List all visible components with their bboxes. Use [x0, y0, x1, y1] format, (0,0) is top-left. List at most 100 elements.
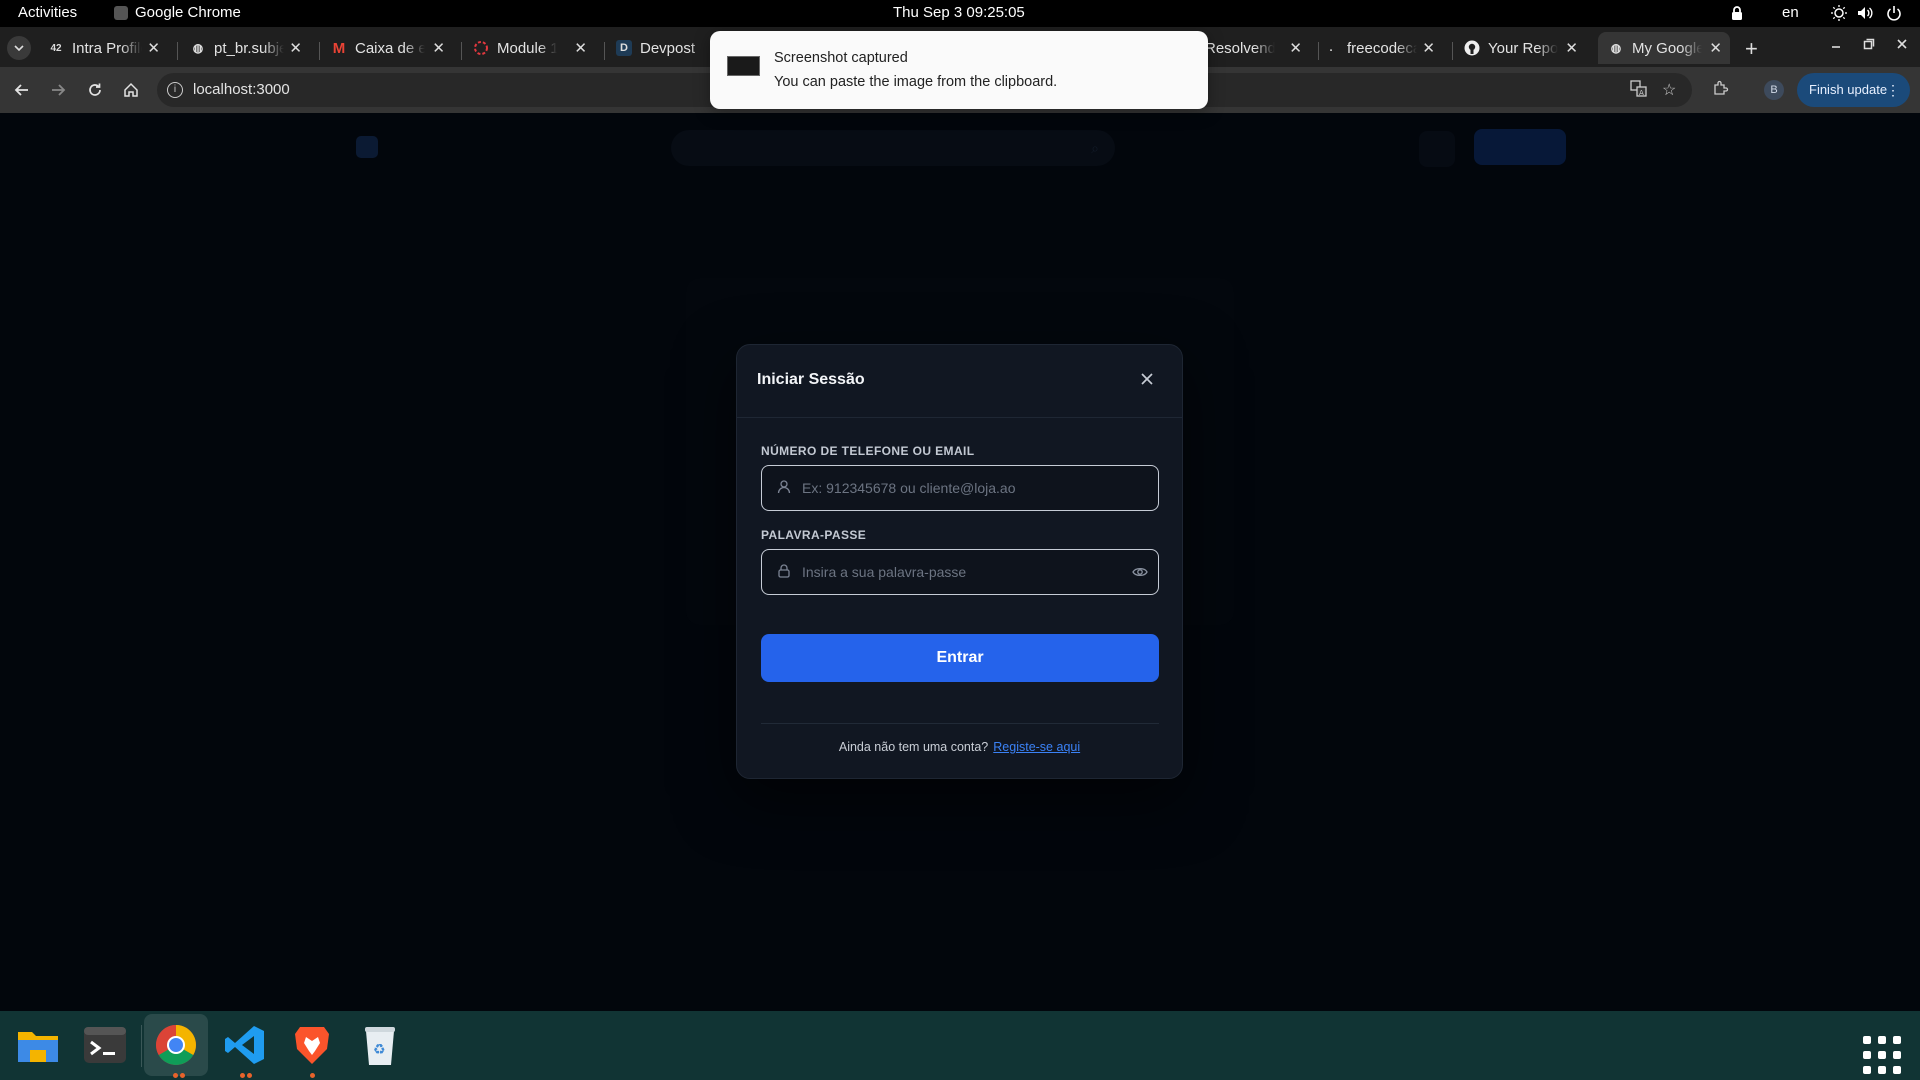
modal-divider [761, 723, 1159, 724]
app-name: Google Chrome [135, 4, 241, 21]
lock-icon [1732, 6, 1742, 20]
gmail-icon: M [332, 39, 346, 57]
close-tab-icon[interactable]: ✕ [574, 39, 587, 57]
globe-icon: ◍ [192, 41, 204, 55]
contact-field[interactable] [761, 465, 1159, 511]
translate-icon[interactable]: A [1630, 80, 1647, 102]
reload-icon [89, 83, 101, 96]
modal-title: Iniciar Sessão [757, 371, 865, 388]
close-window-button[interactable] [1896, 37, 1908, 54]
close-tab-icon[interactable]: ✕ [289, 39, 302, 57]
tab-pt-br-subject[interactable]: ◍ pt_br.subject ✕ [190, 32, 310, 64]
back-button[interactable] [11, 79, 33, 101]
dock-files[interactable] [13, 1020, 63, 1070]
app-grid-dot [1893, 1051, 1901, 1059]
show-apps-button[interactable] [1863, 1036, 1901, 1074]
site-header-dimmed: ⌕ [0, 113, 1920, 177]
dock-separator [141, 1025, 142, 1067]
store-logo-icon [356, 136, 378, 158]
profile-avatar[interactable]: B [1764, 80, 1784, 100]
tab-my-google[interactable]: ◍ My Google ✕ [1598, 32, 1730, 64]
tab-separator [1452, 42, 1453, 60]
brave-icon [295, 1027, 329, 1064]
dock-terminal[interactable] [80, 1020, 130, 1070]
trash-icon: ♻ [365, 1027, 395, 1065]
tab-module[interactable]: Module 1: ... ✕ [473, 32, 595, 64]
dock-brave[interactable] [287, 1020, 337, 1070]
app-grid-dot [1863, 1036, 1871, 1044]
activities-button[interactable]: Activities [18, 4, 77, 21]
power-icon[interactable] [1886, 5, 1902, 21]
contact-input[interactable] [802, 466, 1132, 509]
close-tab-icon[interactable]: ✕ [1422, 39, 1435, 57]
minimize-icon [1832, 46, 1840, 48]
tab-separator [177, 42, 178, 60]
register-link[interactable]: Registe-se aqui [993, 740, 1080, 754]
app-menu[interactable]: Google Chrome [114, 4, 241, 21]
reload-button[interactable] [84, 79, 106, 101]
vscode-icon [225, 1026, 264, 1064]
tab-gmail[interactable]: M Caixa de entrada ✕ [331, 32, 453, 64]
screenshot-notification[interactable]: Screenshot captured You can paste the im… [710, 31, 1208, 109]
close-tab-icon[interactable]: ✕ [147, 39, 160, 57]
app-grid-dot [1893, 1066, 1901, 1074]
bookmark-star-icon[interactable]: ☆ [1662, 80, 1676, 100]
password-field[interactable] [761, 549, 1159, 595]
close-tab-icon[interactable]: ✕ [1709, 39, 1722, 57]
running-indicator [310, 1073, 315, 1078]
volume-icon[interactable] [1857, 5, 1873, 21]
restore-button[interactable] [1863, 37, 1875, 54]
42-logo-icon: 42 [50, 42, 62, 54]
folder-icon [18, 1032, 58, 1062]
running-indicator [180, 1073, 185, 1078]
new-tab-button[interactable]: + [1745, 36, 1758, 62]
app-grid-dot [1878, 1051, 1886, 1059]
tab-separator [319, 42, 320, 60]
tab-separator [1318, 42, 1319, 60]
screenshot-thumbnail [727, 56, 760, 76]
contact-label: NÚMERO DE TELEFONE OU EMAIL [761, 444, 975, 458]
lock-icon [778, 564, 790, 578]
modal-header: Iniciar Sessão [737, 345, 1182, 418]
cart-button-dimmed [1419, 131, 1455, 167]
kebab-menu-icon: ⋮ [1886, 82, 1900, 98]
tab-github-repos[interactable]: Your Repositories ✕ [1464, 32, 1586, 64]
dock-trash[interactable]: ♻ [355, 1020, 405, 1070]
tab-intra-profile[interactable]: 42 Intra Profile ✕ [48, 32, 168, 64]
close-tab-icon[interactable]: ✕ [1289, 39, 1302, 57]
forward-button[interactable] [47, 79, 69, 101]
notification-body: You can paste the image from the clipboa… [774, 74, 1058, 90]
extensions-icon[interactable] [1712, 80, 1729, 102]
app-grid-dot [1863, 1066, 1871, 1074]
login-button-dimmed [1474, 129, 1566, 165]
app-grid-dot [1878, 1036, 1886, 1044]
dock-vscode[interactable] [220, 1020, 270, 1070]
finish-update-button[interactable]: Finish update ⋮ [1797, 73, 1910, 107]
close-tab-icon[interactable]: ✕ [432, 39, 445, 57]
app-grid-dot [1878, 1066, 1886, 1074]
tab-resolvendo[interactable]: Resolvendo ✕ [1205, 32, 1310, 64]
register-prompt: Ainda não tem uma conta? Registe-se aqui [737, 740, 1182, 754]
devpost-icon: D [616, 40, 632, 56]
home-button[interactable] [120, 79, 142, 101]
finish-update-label: Finish update [1809, 82, 1888, 97]
site-info-icon[interactable]: i [167, 82, 183, 98]
user-icon [777, 480, 791, 494]
night-light-icon[interactable] [1831, 5, 1847, 21]
close-modal-button[interactable] [1137, 369, 1157, 389]
url-text[interactable]: localhost:3000 [193, 81, 290, 98]
running-indicator [173, 1073, 178, 1078]
dock-chrome[interactable] [144, 1014, 208, 1076]
tab-search-button[interactable] [7, 36, 31, 60]
close-tab-icon[interactable]: ✕ [1565, 39, 1578, 57]
keyboard-layout[interactable]: en [1782, 4, 1799, 21]
clock[interactable]: Thu Sep 3 09:25:05 [893, 4, 1025, 21]
running-indicator [247, 1073, 252, 1078]
eye-icon[interactable] [1132, 564, 1148, 580]
tab-freecodecamp[interactable]: . freecodecamp ✕ [1323, 32, 1443, 64]
tab-devpost[interactable]: D Devpost [616, 32, 716, 64]
password-input[interactable] [802, 550, 1132, 593]
chrome-icon [156, 1025, 196, 1065]
login-submit-button[interactable]: Entrar [761, 634, 1159, 682]
minimize-button[interactable] [1830, 37, 1842, 54]
